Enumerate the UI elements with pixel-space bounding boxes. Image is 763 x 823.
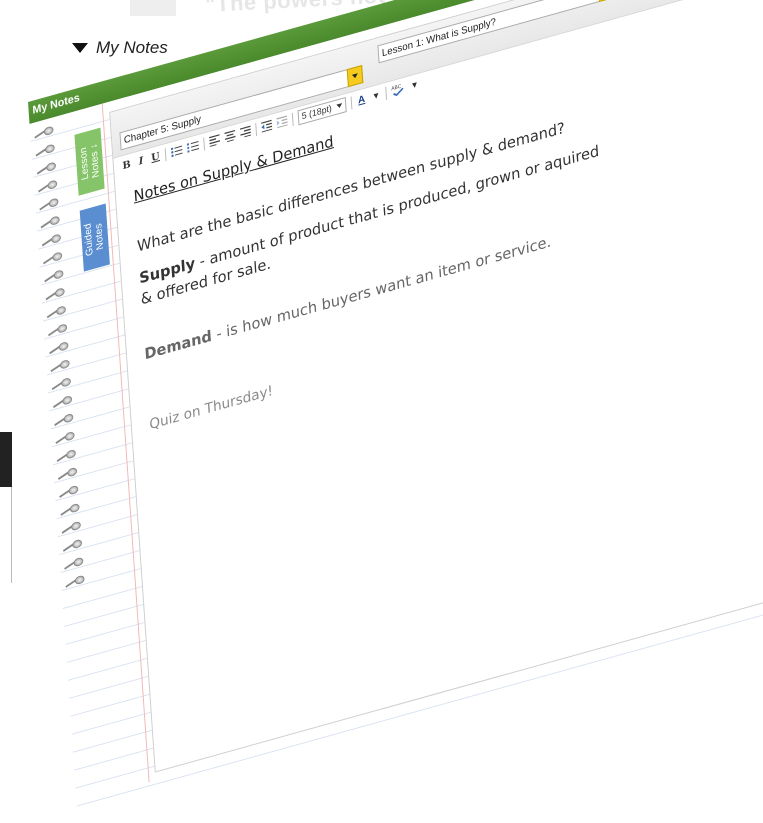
background-block	[130, 0, 176, 16]
close-icon[interactable]: ×	[745, 10, 757, 26]
align-center-icon[interactable]	[224, 128, 236, 145]
outdent-icon[interactable]	[261, 118, 273, 135]
chevron-down-icon[interactable]: ▾	[371, 87, 382, 104]
notes-supply-line: Supply - amount of product that is produ…	[139, 98, 757, 288]
toolbar-separator	[291, 112, 294, 126]
bold-button[interactable]: B	[121, 157, 132, 174]
tab-lesson-notes-label-2: Notes ↓	[88, 141, 102, 179]
numbered-list-icon[interactable]	[186, 138, 200, 155]
spellcheck-icon[interactable]: ABC	[391, 81, 405, 99]
demand-term: Demand	[143, 326, 213, 364]
left-edge-dark-block	[0, 432, 12, 487]
tab-guided-notes[interactable]: Guided Notes	[79, 203, 110, 272]
toolbar-separator	[350, 95, 353, 110]
notes-reminder: Quiz on Thursday!	[148, 382, 274, 434]
my-notes-panel: My Notes Lesson Notes ↓ Guided Notes Lesso…	[28, 0, 763, 823]
tab-guided-notes-label-2: Notes	[93, 221, 107, 251]
left-edge-divider	[11, 487, 12, 583]
toolbar-separator	[255, 122, 258, 136]
underline-button[interactable]: U	[150, 149, 161, 166]
align-right-icon[interactable]	[239, 124, 252, 141]
tab-lesson-notes[interactable]: Lesson Notes ↓	[74, 127, 105, 196]
my-notes-toggle-label: My Notes	[96, 38, 168, 57]
toolbar-separator	[385, 86, 388, 100]
toolbar-separator	[164, 147, 167, 161]
indent-icon[interactable]	[276, 113, 288, 130]
triangle-down-icon	[72, 43, 88, 53]
align-left-icon[interactable]	[209, 132, 221, 149]
chevron-down-icon[interactable]: ▾	[409, 77, 420, 94]
text-color-button[interactable]: A	[356, 91, 367, 108]
my-notes-toggle[interactable]: My Notes	[72, 38, 168, 58]
italic-button[interactable]: I	[136, 153, 147, 170]
toolbar-separator	[203, 136, 206, 151]
bullet-list-icon[interactable]	[170, 143, 183, 160]
